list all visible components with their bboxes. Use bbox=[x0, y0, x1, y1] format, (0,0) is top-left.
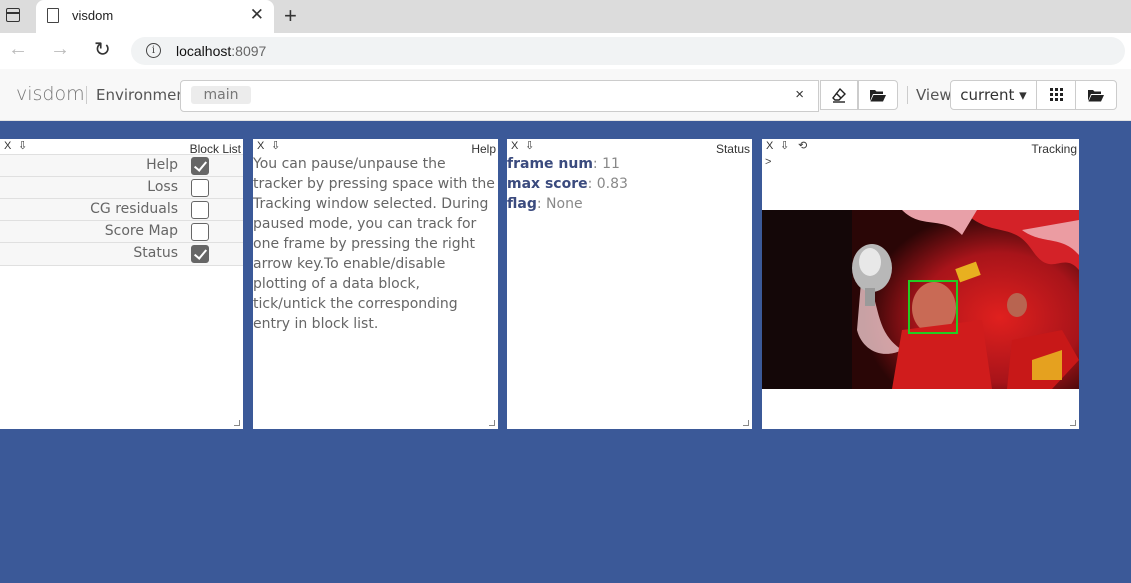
pane-header[interactable]: X ⇩ Help bbox=[253, 139, 498, 156]
url-text: localhost:8097 bbox=[176, 43, 266, 59]
block-list-item: CG residuals bbox=[0, 198, 243, 221]
forward-arrow-icon[interactable]: → bbox=[50, 38, 70, 61]
back-arrow-icon[interactable]: ← bbox=[8, 38, 28, 61]
browser-tab-strip: visdom ✕ + bbox=[0, 0, 1131, 33]
tracking-prompt: > bbox=[765, 156, 772, 168]
folder-open-icon bbox=[870, 90, 886, 102]
block-checkbox[interactable] bbox=[191, 157, 209, 175]
manage-env-button[interactable] bbox=[858, 80, 898, 110]
tracking-pane[interactable]: X ⇩ ⟲ Tracking > bbox=[762, 139, 1079, 429]
page-icon bbox=[47, 8, 59, 23]
close-pane-icon[interactable]: X bbox=[766, 140, 773, 152]
visdom-toolbar: visdom Environment main × ▲ ▼ View curre… bbox=[0, 69, 1131, 121]
view-select-button[interactable]: current ▾ bbox=[950, 80, 1037, 110]
site-info-icon[interactable]: i bbox=[146, 43, 161, 58]
address-bar[interactable]: i localhost:8097 bbox=[131, 37, 1125, 65]
eraser-icon bbox=[832, 87, 846, 103]
environment-label: Environment bbox=[96, 86, 192, 104]
tracking-frame bbox=[762, 210, 1079, 389]
url-host: localhost bbox=[176, 43, 232, 59]
pane-header[interactable]: X ⇩ Status bbox=[507, 139, 752, 156]
window-menu-icon[interactable] bbox=[6, 8, 20, 22]
status-value: : 0.83 bbox=[587, 176, 628, 192]
help-text: You can pause/unpause the tracker by pre… bbox=[253, 156, 495, 332]
block-label: Loss bbox=[147, 179, 178, 195]
status-row: max score: 0.83 bbox=[507, 174, 628, 194]
grid-icon bbox=[1049, 88, 1063, 101]
clear-env-button[interactable] bbox=[820, 80, 858, 110]
block-checkbox[interactable] bbox=[191, 201, 209, 219]
block-checkbox[interactable] bbox=[191, 223, 209, 241]
download-icon[interactable]: ⇩ bbox=[18, 139, 27, 152]
download-icon[interactable]: ⇩ bbox=[525, 139, 534, 152]
pane-header[interactable]: X ⇩ ⟲ Tracking bbox=[762, 139, 1079, 156]
status-row: flag: None bbox=[507, 194, 628, 214]
manage-views-button[interactable] bbox=[1075, 80, 1117, 110]
status-value: : None bbox=[536, 196, 583, 212]
status-value: : 11 bbox=[592, 156, 620, 172]
pane-title: Tracking bbox=[1031, 142, 1077, 156]
block-label: Status bbox=[133, 245, 178, 261]
resize-handle[interactable] bbox=[743, 420, 749, 426]
close-pane-icon[interactable]: X bbox=[4, 140, 11, 152]
block-label: CG residuals bbox=[90, 201, 178, 217]
status-pane[interactable]: X ⇩ Status frame num: 11 max score: 0.83… bbox=[507, 139, 752, 429]
environment-select[interactable]: main × bbox=[180, 80, 819, 112]
status-key: frame num bbox=[507, 156, 593, 172]
block-list-pane[interactable]: X ⇩ Block List Help Loss CG residuals Sc… bbox=[0, 139, 243, 429]
status-row: frame num: 11 bbox=[507, 154, 628, 174]
resize-handle[interactable] bbox=[1070, 420, 1076, 426]
block-list-item: Help bbox=[0, 154, 243, 177]
toolbar-divider bbox=[86, 86, 87, 104]
folder-open-icon bbox=[1088, 90, 1104, 102]
block-list-item: Score Map bbox=[0, 220, 243, 243]
clear-environment-icon[interactable]: × bbox=[795, 86, 804, 103]
new-tab-button[interactable]: + bbox=[284, 3, 297, 29]
help-pane[interactable]: X ⇩ Help You can pause/unpause the track… bbox=[253, 139, 498, 429]
browser-nav-bar: ← → ↻ i localhost:8097 bbox=[0, 33, 1131, 69]
close-tab-icon[interactable]: ✕ bbox=[250, 5, 264, 25]
resize-handle[interactable] bbox=[234, 420, 240, 426]
repack-button[interactable] bbox=[1036, 80, 1076, 110]
resize-handle[interactable] bbox=[489, 420, 495, 426]
block-list-item: Loss bbox=[0, 176, 243, 199]
status-content: frame num: 11 max score: 0.83 flag: None bbox=[507, 154, 628, 214]
pane-header[interactable]: X ⇩ Block List bbox=[0, 139, 243, 156]
block-label: Help bbox=[146, 157, 178, 173]
browser-tab[interactable]: visdom ✕ bbox=[36, 0, 274, 33]
url-port: :8097 bbox=[231, 43, 267, 59]
tab-title: visdom bbox=[72, 8, 114, 23]
refresh-icon[interactable]: ⟲ bbox=[798, 139, 807, 152]
block-list-item: Status bbox=[0, 242, 243, 266]
block-label: Score Map bbox=[104, 223, 178, 239]
block-checkbox[interactable] bbox=[191, 179, 209, 197]
reload-icon[interactable]: ↻ bbox=[94, 37, 111, 62]
block-checkbox[interactable] bbox=[191, 245, 209, 263]
pane-title: Status bbox=[715, 142, 750, 156]
download-icon[interactable]: ⇩ bbox=[271, 139, 280, 152]
environment-chip[interactable]: main bbox=[191, 86, 251, 104]
status-key: max score bbox=[507, 176, 588, 192]
toolbar-divider bbox=[907, 86, 908, 104]
close-pane-icon[interactable]: X bbox=[257, 140, 264, 152]
tracking-frame-image bbox=[762, 210, 1079, 389]
close-pane-icon[interactable]: X bbox=[511, 140, 518, 152]
view-label: View bbox=[916, 86, 952, 104]
visdom-logo: visdom bbox=[16, 83, 85, 105]
status-key: flag bbox=[507, 196, 537, 212]
download-icon[interactable]: ⇩ bbox=[780, 139, 789, 152]
